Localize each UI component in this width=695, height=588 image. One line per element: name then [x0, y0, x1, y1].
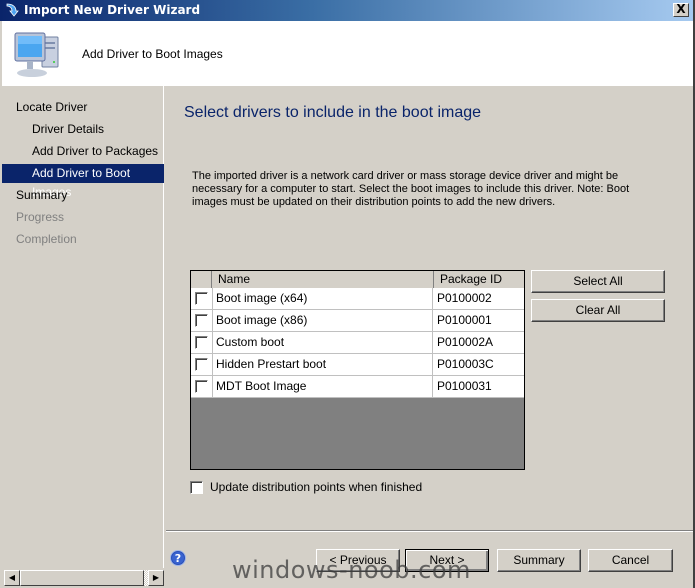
- scroll-left-button[interactable]: ◀: [4, 570, 20, 586]
- arrow-left-icon: ◀: [8, 573, 16, 582]
- header-title: Add Driver to Boot Images: [82, 47, 223, 61]
- row-package-id: P0100031: [437, 379, 492, 393]
- next-button[interactable]: Next >: [405, 549, 489, 572]
- row-checkbox[interactable]: [195, 292, 208, 305]
- row-package-id: P0100001: [437, 313, 492, 327]
- sidebar-horizontal-scrollbar[interactable]: ◀ ▶: [4, 570, 164, 586]
- select-all-button[interactable]: Select All: [531, 270, 665, 293]
- sidebar-item-driver-details: Driver Details: [32, 122, 105, 136]
- row-checkbox[interactable]: [195, 336, 208, 349]
- row-package-id: P010003C: [437, 357, 494, 371]
- page-heading: Select drivers to include in the boot im…: [184, 104, 482, 121]
- table-row[interactable]: Boot image (x64) P0100002: [191, 288, 524, 310]
- svg-text:?: ?: [175, 552, 181, 565]
- help-icon[interactable]: ?: [170, 550, 186, 566]
- arrow-right-icon: ▶: [152, 573, 160, 582]
- row-name: Custom boot: [212, 332, 433, 353]
- sidebar-item-add-driver-to-boot-images: Add Driver to Boot Images: [2, 164, 164, 199]
- header-name-column[interactable]: Name: [212, 271, 434, 288]
- header-package-id-column[interactable]: Package ID: [434, 271, 524, 288]
- computer-icon: [14, 32, 59, 77]
- table-row[interactable]: Boot image (x86) P0100001: [191, 310, 524, 332]
- close-icon: X: [676, 2, 686, 16]
- title-bar[interactable]: Import New Driver Wizard X: [0, 0, 693, 21]
- row-name: Boot image (x86): [212, 310, 433, 331]
- footer-separator: [166, 530, 693, 532]
- header-checkbox-column[interactable]: [191, 271, 212, 288]
- sidebar-item-completion: Completion: [16, 232, 77, 246]
- scroll-right-button[interactable]: ▶: [148, 570, 164, 586]
- cancel-button[interactable]: Cancel: [588, 549, 673, 572]
- row-name: MDT Boot Image: [212, 376, 433, 397]
- wizard-steps-sidebar: Locate Driver Driver Details Add Driver …: [2, 86, 164, 568]
- list-header: Name Package ID: [191, 271, 524, 288]
- row-name: Boot image (x64): [212, 288, 433, 309]
- row-package-id: P0100002: [437, 291, 492, 305]
- sidebar-item-locate-driver: Locate Driver: [16, 100, 88, 114]
- update-distribution-points-label[interactable]: Update distribution points when finished: [210, 480, 422, 494]
- boot-images-list[interactable]: Name Package ID Boot image (x64) P010000…: [190, 270, 525, 470]
- clear-all-button[interactable]: Clear All: [531, 299, 665, 322]
- table-row[interactable]: Hidden Prestart boot P010003C: [191, 354, 524, 376]
- close-button[interactable]: X: [673, 3, 689, 17]
- row-checkbox[interactable]: [195, 314, 208, 327]
- summary-button[interactable]: Summary: [497, 549, 581, 572]
- wizard-header: Add Driver to Boot Images: [2, 21, 693, 86]
- window-title: Import New Driver Wizard: [24, 3, 201, 17]
- scroll-thumb[interactable]: [20, 570, 144, 586]
- table-row[interactable]: MDT Boot Image P0100031: [191, 376, 524, 398]
- sidebar-item-summary: Summary: [16, 188, 68, 202]
- sidebar-item-add-driver-to-packages: Add Driver to Packages: [32, 144, 159, 158]
- row-package-id: P010002A: [437, 335, 494, 349]
- sidebar-item-progress: Progress: [16, 210, 65, 224]
- row-name: Hidden Prestart boot: [212, 354, 433, 375]
- previous-button[interactable]: < Previous: [316, 549, 400, 572]
- row-checkbox[interactable]: [195, 380, 208, 393]
- import-arrow-icon: [6, 3, 19, 17]
- wizard-page-content: Select drivers to include in the boot im…: [166, 86, 693, 530]
- wizard-window: Import New Driver Wizard X Add Driver to…: [0, 0, 695, 588]
- page-description: The imported driver is a network card dr…: [192, 170, 630, 208]
- update-distribution-points-checkbox[interactable]: [190, 481, 203, 494]
- row-checkbox[interactable]: [195, 358, 208, 371]
- table-row[interactable]: Custom boot P010002A: [191, 332, 524, 354]
